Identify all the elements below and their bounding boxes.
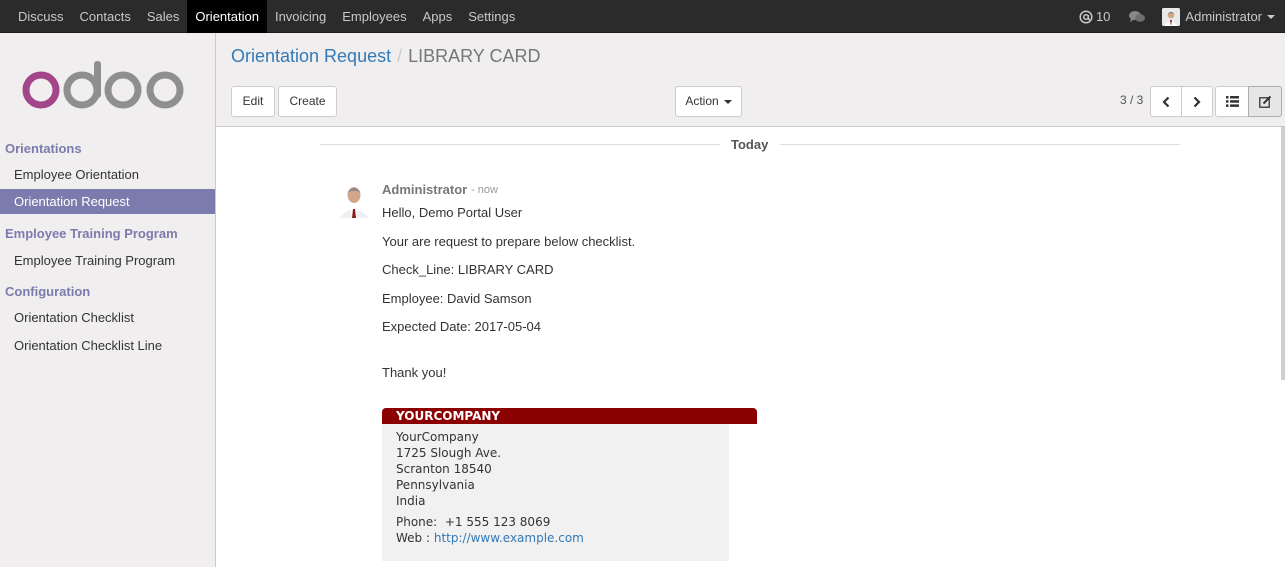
signature-phone-row: Phone: +1 555 123 8069	[396, 514, 715, 530]
menu-sales[interactable]: Sales	[139, 0, 188, 33]
list-view-button[interactable]	[1215, 86, 1249, 117]
message-date: - now	[471, 184, 498, 196]
section-employee-training-program: Employee Training Program	[5, 226, 178, 241]
signature-phone-label: Phone:	[396, 515, 438, 529]
message-line-2: Your are request to prepare below checkl…	[382, 234, 636, 249]
signature-street: 1725 Slough Ave.	[396, 446, 502, 460]
sidebar-item-orientation-checklist-line[interactable]: Orientation Checklist Line	[0, 333, 215, 358]
sidebar-item-employee-training-program[interactable]: Employee Training Program	[0, 248, 215, 273]
form-view-button[interactable]	[1248, 86, 1282, 117]
caret-down-icon	[1267, 14, 1275, 19]
signature-state: Pennsylvania	[396, 478, 475, 492]
signature-company: YourCompany	[396, 430, 479, 444]
mentions-button[interactable]: 10	[1079, 9, 1110, 24]
menu-invoicing[interactable]: Invoicing	[267, 0, 334, 33]
odoo-logo[interactable]	[20, 61, 190, 121]
form-content: Today Administrator - now Hello, Demo Po…	[216, 127, 1285, 567]
signature-web-label: Web :	[396, 531, 431, 545]
company-signature: YOURCOMPANY YourCompany 1725 Slough Ave.…	[382, 408, 757, 561]
divider-left	[320, 144, 720, 145]
date-separator: Today	[731, 137, 769, 152]
sidebar-item-orientation-request[interactable]: Orientation Request	[0, 189, 215, 214]
sidebar: Orientations Employee Orientation Orient…	[0, 33, 216, 567]
menu-settings[interactable]: Settings	[460, 0, 523, 33]
message-author[interactable]: Administrator	[382, 182, 467, 197]
chat-button[interactable]	[1128, 10, 1146, 24]
top-menu: Discuss Contacts Sales Orientation Invoi…	[10, 0, 523, 33]
at-icon	[1079, 9, 1093, 24]
control-panel: Orientation Request / LIBRARY CARD Edit Cr…	[216, 33, 1285, 127]
menu-apps[interactable]: Apps	[415, 0, 461, 33]
menu-employees[interactable]: Employees	[334, 0, 414, 33]
sidebar-item-employee-orientation[interactable]: Employee Orientation	[0, 162, 215, 187]
pager-previous-button[interactable]	[1150, 86, 1182, 117]
menu-discuss[interactable]: Discuss	[10, 0, 72, 33]
user-menu[interactable]: Administrator	[1162, 7, 1275, 26]
chat-bubbles-icon	[1129, 10, 1146, 22]
signature-header: YOURCOMPANY	[382, 408, 757, 424]
caret-down-icon	[723, 99, 732, 104]
signature-country: India	[396, 494, 426, 508]
list-icon	[1225, 96, 1239, 107]
signature-city: Scranton 18540	[396, 462, 492, 476]
section-orientations: Orientations	[5, 141, 82, 156]
breadcrumb-separator: /	[397, 46, 403, 66]
chevron-right-icon	[1193, 96, 1201, 107]
signature-web-link[interactable]: http://www.example.com	[434, 531, 584, 545]
message-line-4: Employee: David Samson	[382, 291, 532, 306]
signature-body: YourCompany 1725 Slough Ave. Scranton 18…	[382, 424, 729, 561]
message-line-3: Check_Line: LIBRARY CARD	[382, 262, 554, 277]
action-dropdown[interactable]: Action	[675, 86, 742, 117]
message-line-1: Hello, Demo Portal User	[382, 205, 523, 220]
divider-right	[780, 144, 1180, 145]
sidebar-item-orientation-checklist[interactable]: Orientation Checklist	[0, 305, 215, 330]
menu-contacts[interactable]: Contacts	[72, 0, 139, 33]
section-configuration: Configuration	[5, 284, 91, 299]
scrollbar[interactable]	[1281, 127, 1285, 380]
breadcrumb-parent-link[interactable]: Orientation Request	[231, 46, 391, 66]
edit-button[interactable]: Edit	[231, 86, 275, 117]
author-avatar[interactable]	[336, 182, 372, 218]
message-line-5: Expected Date: 2017-05-04	[382, 319, 541, 334]
breadcrumb: Orientation Request / LIBRARY CARD	[231, 46, 541, 67]
edit-form-icon	[1258, 95, 1271, 108]
user-name: Administrator	[1185, 9, 1262, 24]
top-navbar: Discuss Contacts Sales Orientation Invoi…	[0, 0, 1285, 33]
chevron-left-icon	[1162, 96, 1170, 107]
signature-phone: +1 555 123 8069	[444, 515, 551, 529]
mention-count: 10	[1095, 9, 1111, 24]
menu-orientation[interactable]: Orientation	[187, 0, 267, 33]
create-button[interactable]: Create	[278, 86, 337, 117]
message-line-6: Thank you!	[382, 365, 447, 380]
action-label: Action	[685, 94, 719, 108]
pager-value[interactable]: 3 / 3	[1120, 93, 1143, 107]
pager-next-button[interactable]	[1181, 86, 1213, 117]
user-avatar	[1162, 7, 1181, 26]
breadcrumb-current: LIBRARY CARD	[408, 46, 541, 66]
signature-web-row: Web : http://www.example.com	[396, 530, 715, 546]
